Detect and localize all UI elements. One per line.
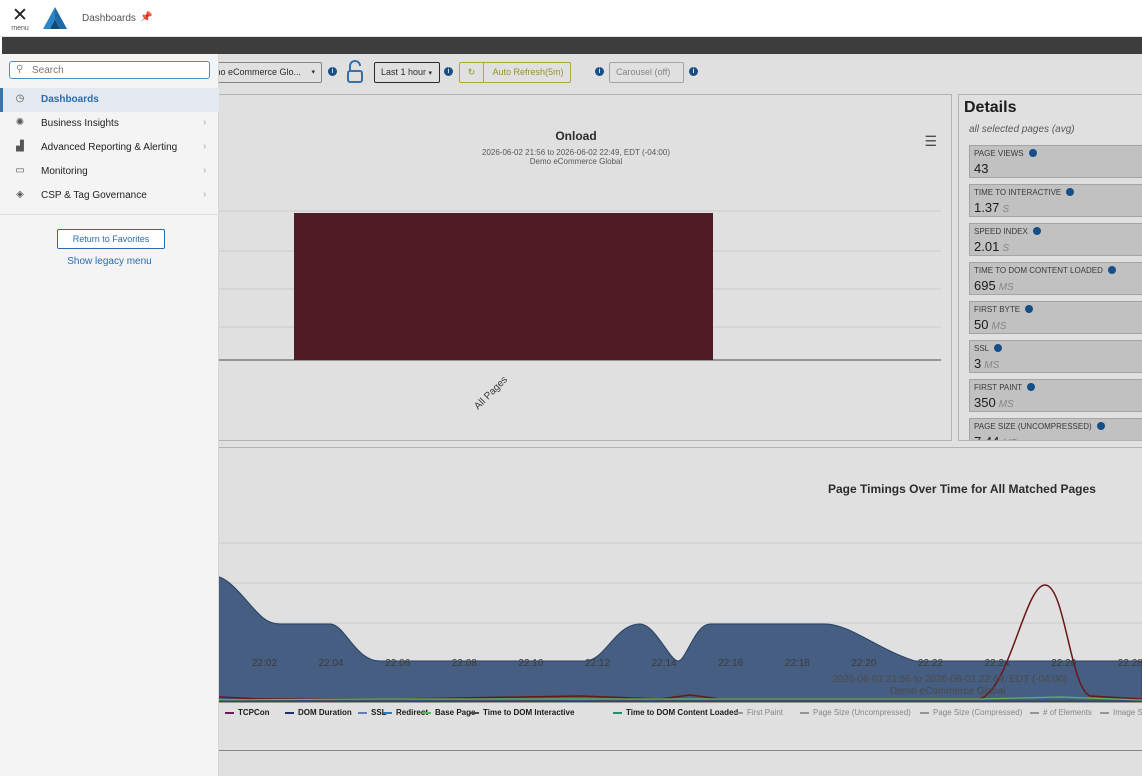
divider [0,214,219,215]
menu-item-label: CSP & Tag Governance [41,190,147,201]
side-menu: ⚲ ◷ Dashboards ✺ Business Insights › ▟ Advance… [0,54,219,776]
menu-search[interactable]: ⚲ [9,61,210,79]
menu-item-dashboards[interactable]: ◷ Dashboards [0,88,219,112]
close-icon: ✕ [12,5,28,26]
menu-item-label: Business Insights [41,118,119,129]
chevron-right-icon: › [203,141,207,152]
top-header: ✕ menu Dashboards 📌 [0,0,1142,37]
dark-strip [2,37,1142,54]
breadcrumb[interactable]: Dashboards [82,13,136,24]
menu-item-csp-tag-governance[interactable]: ◈ CSP & Tag Governance › [0,184,219,208]
menu-item-label: Advanced Reporting & Alerting [41,142,178,153]
chevron-right-icon: › [203,165,207,176]
chevron-right-icon: › [203,189,207,200]
menu-item-label: Monitoring [41,166,88,177]
search-input[interactable] [32,63,204,77]
app-logo[interactable] [43,7,67,32]
menu-button[interactable]: ✕ menu [6,5,34,35]
return-to-favorites-button[interactable]: Return to Favorites [57,229,165,249]
pin-icon[interactable]: 📌 [140,12,152,23]
menu-item-advanced-reporting-alerting[interactable]: ▟ Advanced Reporting & Alerting › [0,136,219,160]
chart-icon: ▟ [16,141,24,152]
menu-item-label: Dashboards [41,94,99,105]
lightbulb-icon: ✺ [15,117,25,128]
monitor-icon: ▭ [15,165,25,176]
tag-icon: ◈ [16,189,24,200]
menu-item-business-insights[interactable]: ✺ Business Insights › [0,112,219,136]
clock-icon: ◷ [15,93,25,104]
show-legacy-menu-link[interactable]: Show legacy menu [0,256,219,267]
chevron-right-icon: › [203,117,207,128]
menu-item-monitoring[interactable]: ▭ Monitoring › [0,160,219,184]
menu-label: menu [11,25,29,32]
search-icon: ⚲ [16,64,24,75]
